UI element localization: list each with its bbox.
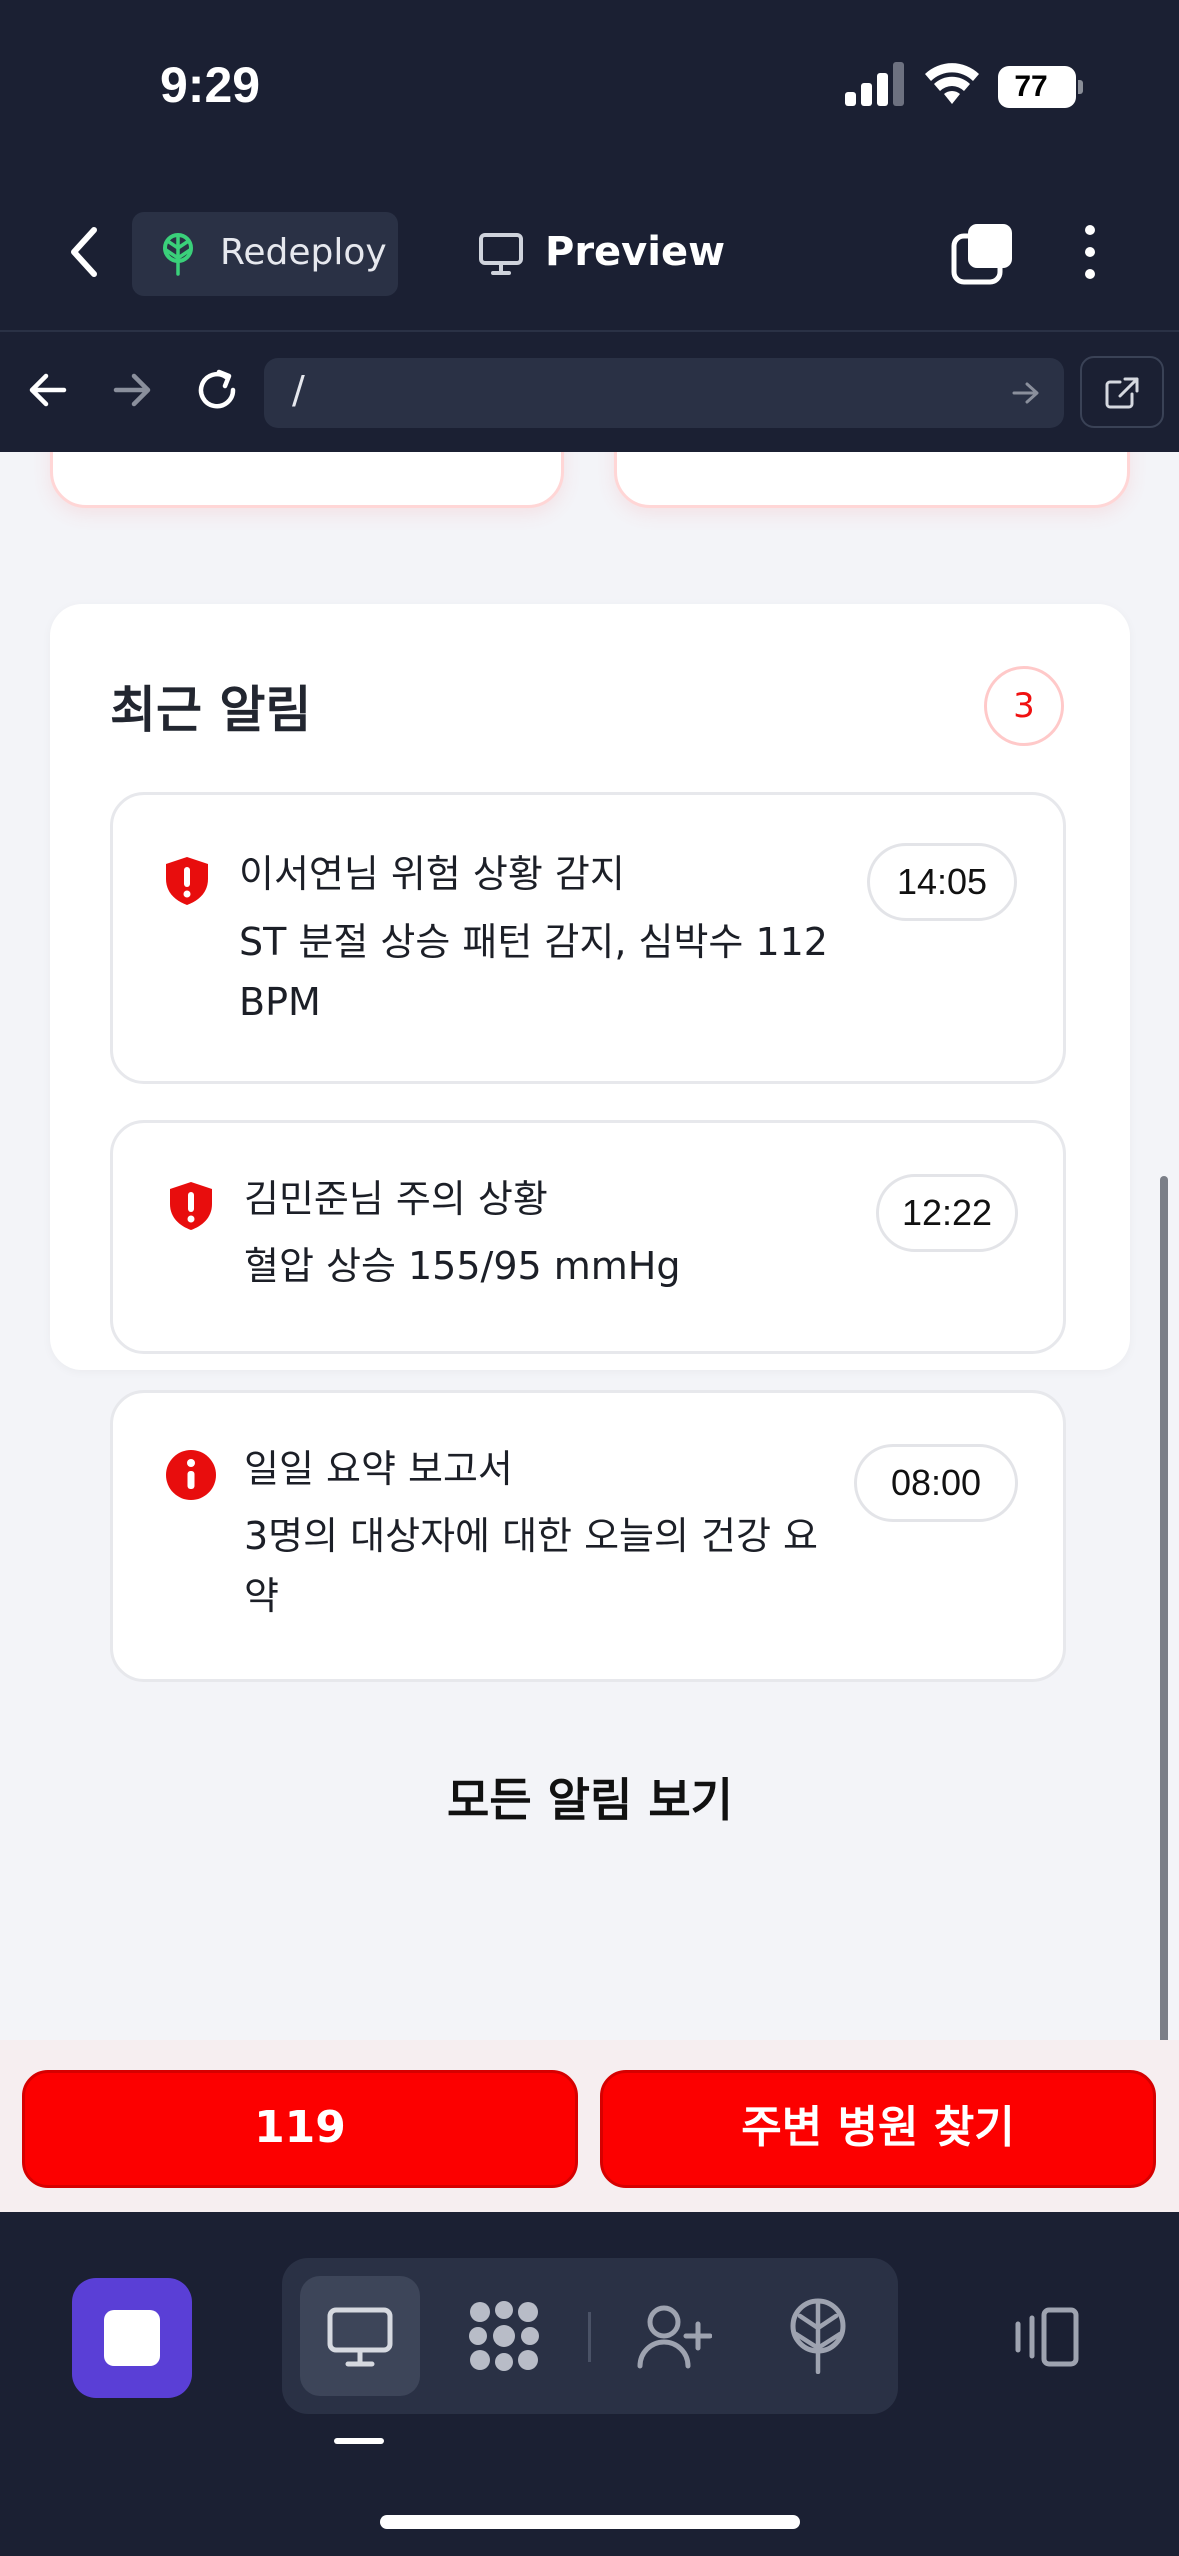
browser-back-icon[interactable]	[26, 368, 70, 412]
summary-card-right[interactable]	[614, 452, 1130, 508]
recent-alerts-card: 최근 알림 3 이서연님 위험 상황 감지 ST 분절 상승 패턴 감지, 심박…	[50, 604, 1130, 1682]
alert-time: 14:05	[867, 843, 1017, 921]
deploy-icon[interactable]	[788, 2298, 848, 2374]
device-layout-icon[interactable]	[1010, 2306, 1082, 2368]
home-indicator[interactable]	[380, 2515, 800, 2529]
info-icon	[166, 1450, 216, 1500]
active-tab-indicator	[334, 2438, 384, 2444]
deploy-tree-icon	[163, 233, 193, 276]
find-hospital-button[interactable]: 주변 병원 찾기	[600, 2070, 1156, 2188]
alert-title: 이서연님 위험 상황 감지	[239, 852, 625, 896]
add-user-icon[interactable]	[636, 2304, 712, 2370]
stop-icon	[104, 2310, 160, 2366]
call-119-button[interactable]: 119	[22, 2070, 578, 2188]
stop-button[interactable]	[72, 2278, 192, 2398]
view-all-alerts-link[interactable]: 모든 알림 보기	[50, 1764, 1130, 1830]
alert-title: 일일 요약 보고서	[244, 1447, 513, 1491]
battery-level: 77	[1014, 70, 1048, 103]
shield-alert-icon	[166, 857, 208, 905]
section-title: 최근 알림	[110, 681, 312, 739]
cellular-signal-icon	[845, 62, 904, 106]
redeploy-label: Redeploy	[220, 232, 387, 273]
reload-icon[interactable]	[193, 366, 241, 414]
alert-item[interactable]: 일일 요약 보고서 3명의 대상자에 대한 오늘의 건강 요약 08:00	[110, 1390, 1066, 1682]
alert-item[interactable]: 이서연님 위험 상황 감지 ST 분절 상승 패턴 감지, 심박수 112 BP…	[110, 792, 1066, 1084]
monitor-icon	[327, 2307, 393, 2367]
back-chevron-icon[interactable]	[60, 222, 110, 282]
segment-divider	[588, 2312, 591, 2362]
battery-cap	[1078, 80, 1083, 94]
agent-dots-icon[interactable]	[466, 2298, 542, 2374]
open-external-button[interactable]	[1080, 356, 1164, 428]
shield-alert-icon	[170, 1182, 212, 1230]
summary-card-left[interactable]	[50, 452, 564, 508]
alert-item[interactable]: 김민준님 주의 상황 혈압 상승 155/95 mmHg 12:22	[110, 1120, 1066, 1354]
alert-body: ST 분절 상승 패턴 감지, 심박수 112 BPM	[239, 920, 828, 1024]
url-input[interactable]	[264, 358, 1064, 428]
alert-body: 혈압 상승 155/95 mmHg	[244, 1244, 681, 1288]
go-arrow-icon[interactable]	[1010, 377, 1042, 409]
page-content: 최근 알림 3 이서연님 위험 상황 감지 ST 분절 상승 패턴 감지, 심박…	[0, 452, 1179, 2212]
alert-time: 08:00	[854, 1444, 1018, 1522]
url-text: /	[292, 368, 305, 412]
alert-body: 3명의 대상자에 대한 오늘의 건강 요약	[244, 1514, 819, 1618]
tabs-icon[interactable]	[950, 222, 1016, 286]
monitor-icon	[479, 233, 523, 275]
alert-title: 김민준님 주의 상황	[244, 1177, 548, 1221]
more-options-icon[interactable]	[1070, 225, 1110, 285]
scrollbar[interactable]	[1160, 1176, 1168, 2066]
preview-tab[interactable]: Preview	[545, 229, 725, 275]
external-link-icon	[1105, 377, 1139, 409]
wifi-icon	[925, 63, 979, 104]
browser-forward-icon[interactable]	[110, 368, 154, 412]
alert-time: 12:22	[876, 1174, 1018, 1252]
alert-count-badge: 3	[984, 666, 1064, 746]
status-time: 9:29	[160, 57, 261, 113]
